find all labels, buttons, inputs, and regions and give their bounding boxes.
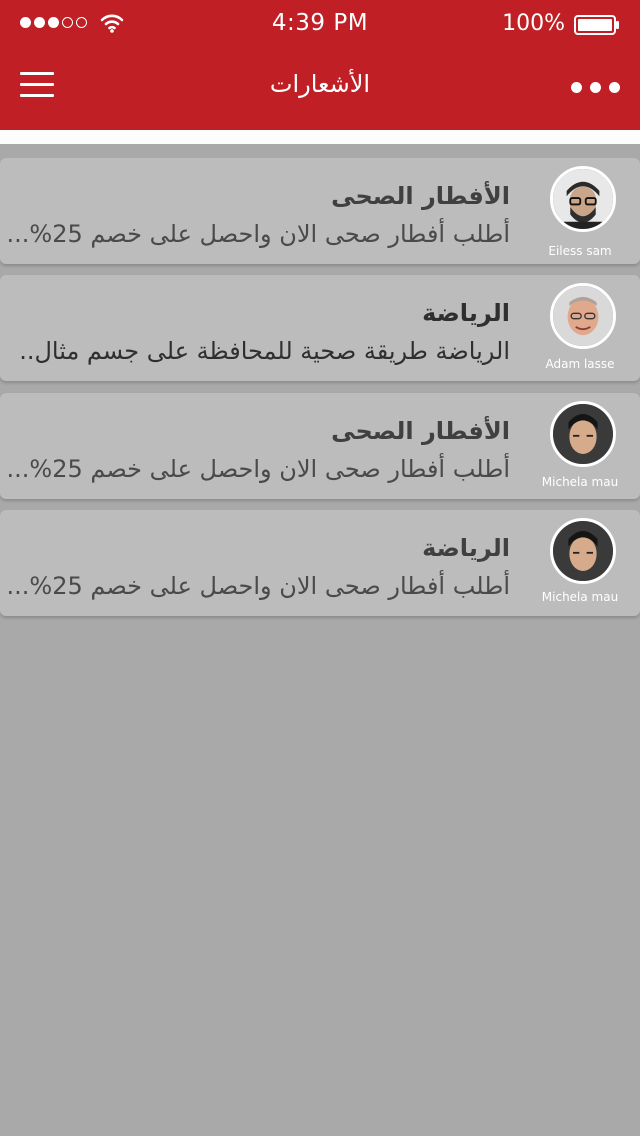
notification-title: الرياضة <box>422 299 510 327</box>
notification-title: الأفطار الصحى <box>331 417 510 445</box>
app-header: 4:39 PM 100% الأشعارات <box>0 0 640 130</box>
notification-card[interactable]: Eiless sam الأفطار الصحى أطلب أفطار صحى … <box>0 158 640 264</box>
notification-text: الرياضة طريقة صحية للمحافظة على جسم مثال… <box>19 337 510 365</box>
more-dots-icon[interactable] <box>571 82 620 93</box>
notification-title: الرياضة <box>422 534 510 562</box>
avatar[interactable] <box>550 401 616 467</box>
notification-card[interactable]: Adam lasse الرياضة الرياضة طريقة صحية لل… <box>0 275 640 381</box>
header-divider <box>0 130 640 144</box>
avatar[interactable] <box>550 518 616 584</box>
avatar[interactable] <box>550 166 616 232</box>
status-bar: 4:39 PM 100% <box>0 0 640 50</box>
author-name: Eiless sam <box>548 244 612 258</box>
notification-text: أطلب أفطار صحى الان واحصل على خصم 25%... <box>6 572 511 600</box>
author-name: Michela mau <box>541 475 619 489</box>
notification-text: أطلب أفطار صحى الان واحصل على خصم 25%... <box>6 455 511 483</box>
page-title: الأشعارات <box>269 70 371 98</box>
nav-bar: الأشعارات <box>0 50 640 120</box>
avatar[interactable] <box>550 283 616 349</box>
battery-icon <box>574 15 619 35</box>
notification-title: الأفطار الصحى <box>331 182 510 210</box>
notification-card[interactable]: Michela mau الرياضة أطلب أفطار صحى الان … <box>0 510 640 616</box>
battery-percentage: 100% <box>502 11 565 36</box>
author-name: Michela mau <box>541 590 619 604</box>
notification-text: أطلب أفطار صحى الان واحصل على خصم 25%... <box>6 220 511 248</box>
notification-card[interactable]: Michela mau الأفطار الصحى أطلب أفطار صحى… <box>0 393 640 499</box>
author-name: Adam lasse <box>545 357 615 371</box>
